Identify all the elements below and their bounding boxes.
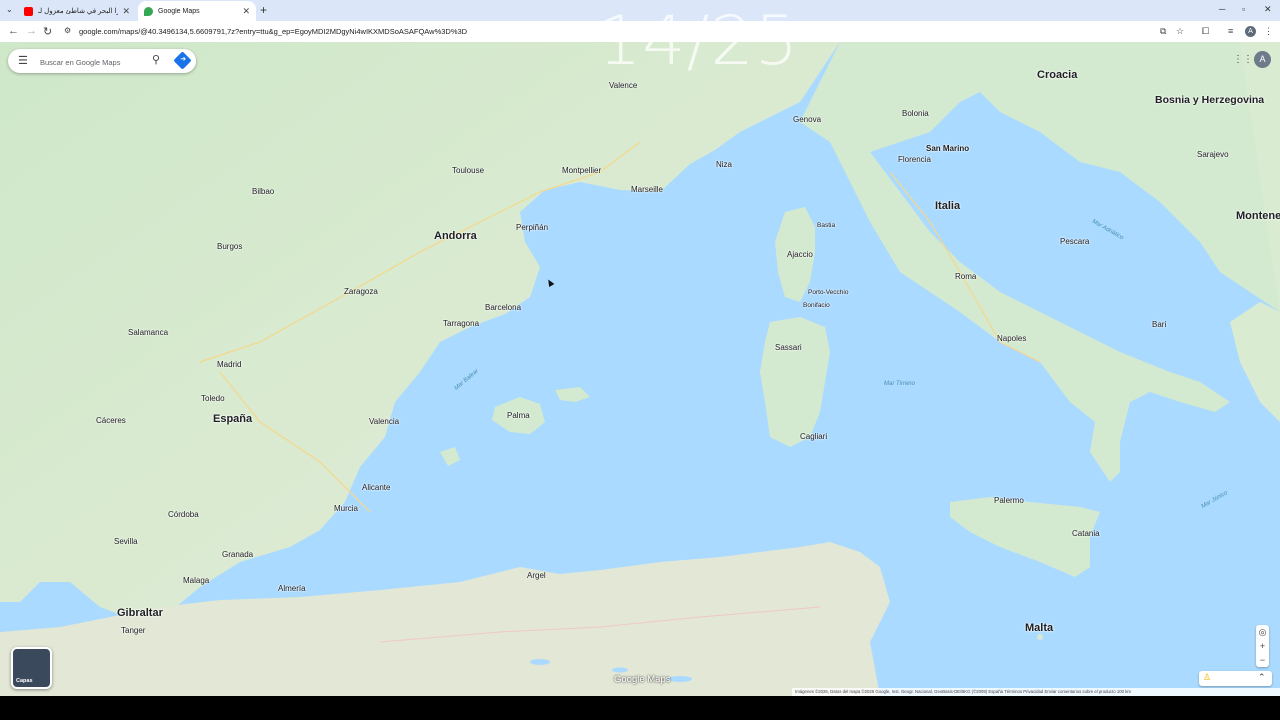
label-andorra[interactable]: Andorra: [434, 230, 477, 242]
account-avatar[interactable]: A: [1254, 51, 1271, 68]
label-city[interactable]: Burgos: [217, 242, 242, 251]
youtube-favicon-icon: [24, 6, 33, 16]
url-text: google.com/maps/@40.3496134,5.6609791,7z…: [79, 27, 468, 36]
label-city[interactable]: Bolonia: [902, 109, 929, 118]
label-city[interactable]: Valence: [609, 81, 637, 90]
tab-google-maps[interactable]: Google Maps ✕: [138, 1, 256, 21]
close-tab-icon[interactable]: ✕: [242, 6, 250, 17]
label-city[interactable]: Catania: [1072, 529, 1100, 538]
label-italia[interactable]: Italia: [935, 200, 960, 212]
search-icon[interactable]: ⚲: [152, 53, 160, 66]
label-city[interactable]: Granada: [222, 550, 253, 559]
maximize-icon[interactable]: ▫: [1242, 4, 1245, 14]
label-espana[interactable]: España: [213, 413, 252, 425]
tab-title: Google Maps: [158, 7, 200, 15]
label-city[interactable]: Madrid: [217, 360, 241, 369]
browser-menu-icon[interactable]: ⋮: [1264, 26, 1273, 37]
hamburger-menu-icon[interactable]: ☰: [18, 54, 28, 67]
new-tab-button[interactable]: +: [260, 3, 267, 17]
label-city[interactable]: Barcelona: [485, 303, 521, 312]
label-city[interactable]: Palermo: [994, 496, 1024, 505]
label-city[interactable]: Roma: [955, 272, 976, 281]
label-city[interactable]: Valencia: [369, 417, 399, 426]
label-city[interactable]: Córdoba: [168, 510, 199, 519]
label-gibraltar[interactable]: Gibraltar: [117, 607, 163, 619]
label-city[interactable]: Bonifacio: [803, 302, 830, 309]
label-city[interactable]: Genova: [793, 115, 821, 124]
label-city[interactable]: Murcia: [334, 504, 358, 513]
map-canvas[interactable]: Croacia Bosnia y Herzegovina Andorra Ita…: [0, 42, 1280, 696]
label-bosnia[interactable]: Bosnia y Herzegovina: [1155, 94, 1264, 107]
label-city[interactable]: Toledo: [201, 394, 225, 403]
label-city[interactable]: Cáceres: [96, 416, 126, 425]
search-input[interactable]: [38, 54, 152, 70]
label-city[interactable]: Tanger: [121, 626, 145, 635]
label-san-marino[interactable]: San Marino: [926, 144, 969, 153]
label-city[interactable]: Montpellier: [562, 166, 601, 175]
maps-favicon-icon: [144, 6, 153, 16]
tab-youtube[interactable]: جاميرا البحر في شاطئ معزول لـ... ✕: [18, 1, 136, 21]
label-city[interactable]: Bilbao: [252, 187, 274, 196]
slide-counter-overlay: 14/25: [598, 2, 799, 81]
label-city[interactable]: Sarajevo: [1197, 150, 1229, 159]
tab-search-icon[interactable]: ⌄: [6, 5, 13, 14]
label-city[interactable]: Zaragoza: [344, 287, 378, 296]
directions-icon[interactable]: ➜: [173, 51, 192, 70]
bookmark-star-icon[interactable]: ☆: [1176, 26, 1184, 37]
label-city[interactable]: Bari: [1152, 320, 1166, 329]
map-land-shapes: [0, 42, 1280, 696]
zoom-in-button[interactable]: +: [1256, 639, 1269, 653]
site-info-icon[interactable]: ⚙: [64, 26, 71, 35]
google-maps-logo: Google Maps: [614, 674, 671, 685]
label-city[interactable]: Perpiñán: [516, 223, 548, 232]
label-city[interactable]: Florencia: [898, 155, 931, 164]
label-city[interactable]: Bastia: [817, 222, 835, 229]
minimize-icon[interactable]: ─: [1219, 4, 1225, 14]
label-city[interactable]: Marseille: [631, 185, 663, 194]
label-city[interactable]: Alicante: [362, 483, 390, 492]
label-city[interactable]: Palma: [507, 411, 530, 420]
zoom-out-button[interactable]: −: [1256, 653, 1269, 667]
label-montenegro[interactable]: Montenegro: [1236, 210, 1280, 222]
close-tab-icon[interactable]: ✕: [122, 6, 130, 17]
label-city[interactable]: Salamanca: [128, 328, 168, 337]
tab-title: جاميرا البحر في شاطئ معزول لـ...: [38, 8, 118, 15]
label-city[interactable]: Argel: [527, 571, 546, 580]
install-app-icon[interactable]: ⧉: [1160, 26, 1166, 37]
label-city[interactable]: Malaga: [183, 576, 209, 585]
label-city[interactable]: Niza: [716, 160, 732, 169]
close-window-icon[interactable]: ✕: [1264, 4, 1272, 15]
label-city[interactable]: Pescara: [1060, 237, 1089, 246]
back-icon[interactable]: ←: [8, 25, 19, 37]
label-sea: Mar Tirreno: [884, 381, 915, 387]
label-city[interactable]: Tarragona: [443, 319, 479, 328]
label-city[interactable]: Sevilla: [114, 537, 138, 546]
label-city[interactable]: Napoles: [997, 334, 1026, 343]
forward-icon[interactable]: →: [26, 25, 37, 37]
label-city[interactable]: Toulouse: [452, 166, 484, 175]
label-city[interactable]: Porto-Vecchio: [808, 289, 848, 296]
label-city[interactable]: Sassari: [775, 343, 802, 352]
map-controls: ◎ + −: [1256, 625, 1269, 667]
pegman-icon[interactable]: ♙: [1203, 672, 1211, 683]
label-city[interactable]: Ajaccio: [787, 250, 813, 259]
browser-profile-avatar[interactable]: A: [1245, 26, 1256, 37]
label-city[interactable]: Almería: [278, 584, 306, 593]
street-view-bar[interactable]: ♙ ⌃: [1199, 671, 1272, 686]
label-croacia[interactable]: Croacia: [1037, 69, 1077, 81]
media-icon[interactable]: ≡: [1228, 26, 1233, 36]
layers-button[interactable]: Capas: [11, 647, 52, 689]
expand-icon[interactable]: ⌃: [1258, 672, 1266, 683]
reload-icon[interactable]: ↻: [43, 25, 52, 38]
map-footer: Imágenes ©2026, Datos del mapa ©2026 Goo…: [792, 688, 1280, 696]
maps-search-box: ☰ ⚲ ➜: [8, 49, 196, 73]
layers-label: Capas: [16, 678, 33, 684]
extensions-icon[interactable]: ⧠: [1202, 26, 1209, 37]
label-city[interactable]: Cagliari: [800, 432, 827, 441]
my-location-icon[interactable]: ◎: [1256, 625, 1269, 639]
label-malta[interactable]: Malta: [1025, 622, 1053, 634]
